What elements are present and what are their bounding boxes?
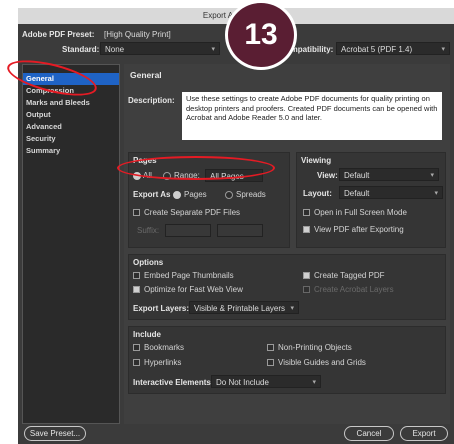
export-layers-label: Export Layers: — [133, 304, 190, 313]
chevron-down-icon: ▾ — [430, 172, 434, 179]
export-button[interactable]: Export — [400, 426, 448, 441]
export-layers-value: Visible & Printable Layers — [194, 304, 286, 313]
standard-value: None — [105, 45, 125, 54]
viewing-heading: Viewing — [301, 156, 332, 165]
view-label: View: — [317, 171, 338, 180]
export-as-label: Export As — [133, 190, 171, 199]
bookmarks-checkbox[interactable] — [133, 344, 140, 351]
cancel-button[interactable]: Cancel — [344, 426, 394, 441]
chevron-down-icon: ▾ — [434, 190, 438, 197]
include-section: Include Bookmarks Non-Printing Objects H… — [128, 326, 446, 394]
non-printing-label: Non-Printing Objects — [278, 343, 352, 352]
layout-label: Layout: — [303, 189, 332, 198]
general-panel: General Description: Use these settings … — [124, 64, 450, 424]
pages-option-label: Pages — [184, 190, 207, 199]
panel-title: General — [130, 70, 162, 80]
export-layers-dropdown[interactable]: Visible & Printable Layers ▾ — [189, 301, 299, 314]
layout-dropdown[interactable]: Default ▾ — [339, 186, 443, 199]
suffix-label: Suffix: — [137, 226, 160, 235]
guides-grids-label: Visible Guides and Grids — [278, 358, 366, 367]
suffix-input-2[interactable] — [217, 224, 263, 237]
hyperlinks-checkbox[interactable] — [133, 359, 140, 366]
spreads-radio[interactable] — [225, 191, 233, 199]
sidebar-item-marks-and-bleeds[interactable]: Marks and Bleeds — [23, 97, 119, 109]
preset-dropdown[interactable]: [High Quality Print] — [100, 28, 218, 41]
view-dropdown[interactable]: Default ▾ — [339, 168, 439, 181]
chevron-down-icon: ▾ — [441, 46, 445, 53]
description-label: Description: — [128, 96, 175, 105]
standard-dropdown[interactable]: None ▾ — [100, 42, 220, 55]
options-heading: Options — [133, 258, 164, 267]
embed-thumbnails-label: Embed Page Thumbnails — [144, 271, 234, 280]
compatibility-dropdown[interactable]: Acrobat 5 (PDF 1.4) ▾ — [336, 42, 450, 55]
chevron-down-icon: ▾ — [290, 305, 294, 312]
tagged-pdf-checkbox[interactable] — [303, 272, 310, 279]
acrobat-layers-checkbox[interactable] — [303, 286, 310, 293]
range-highlight-circle — [117, 156, 275, 180]
export-pdf-dialog: Export Adobe PDF Adobe PDF Preset: [High… — [18, 8, 454, 444]
view-after-export-label: View PDF after Exporting — [314, 225, 404, 234]
step-number-badge: 13 — [225, 0, 297, 70]
view-value: Default — [344, 171, 370, 180]
interactive-elements-value: Do Not Include — [216, 378, 269, 387]
embed-thumbnails-checkbox[interactable] — [133, 272, 140, 279]
non-printing-checkbox[interactable] — [267, 344, 274, 351]
layout-value: Default — [344, 189, 370, 198]
sidebar-item-summary[interactable]: Summary — [23, 145, 119, 157]
viewing-section: Viewing View: Default ▾ Layout: Default … — [296, 152, 446, 248]
sidebar-item-security[interactable]: Security — [23, 133, 119, 145]
interactive-elements-label: Interactive Elements: — [133, 378, 214, 387]
category-list: General Compression Marks and Bleeds Out… — [22, 64, 120, 424]
separate-files-checkbox[interactable] — [133, 209, 140, 216]
view-after-export-checkbox[interactable] — [303, 226, 310, 233]
options-section: Options Embed Page Thumbnails Create Tag… — [128, 254, 446, 320]
optimize-web-label: Optimize for Fast Web View — [144, 285, 243, 294]
preset-value: [High Quality Print] — [104, 30, 171, 39]
compatibility-value: Acrobat 5 (PDF 1.4) — [341, 45, 413, 54]
spreads-label: Spreads — [236, 190, 266, 199]
bookmarks-label: Bookmarks — [144, 343, 185, 352]
save-preset-button[interactable]: Save Preset... — [24, 426, 86, 441]
hyperlinks-label: Hyperlinks — [144, 358, 182, 367]
guides-grids-checkbox[interactable] — [267, 359, 274, 366]
description-box: Use these settings to create Adobe PDF d… — [182, 92, 442, 140]
tagged-pdf-label: Create Tagged PDF — [314, 271, 385, 280]
acrobat-layers-label: Create Acrobat Layers — [314, 285, 394, 294]
interactive-elements-dropdown[interactable]: Do Not Include ▾ — [211, 375, 321, 388]
optimize-web-checkbox[interactable] — [133, 286, 140, 293]
sidebar-item-output[interactable]: Output — [23, 109, 119, 121]
fullscreen-checkbox[interactable] — [303, 209, 310, 216]
standard-label: Standard: — [62, 45, 100, 54]
sidebar-item-advanced[interactable]: Advanced — [23, 121, 119, 133]
chevron-down-icon: ▾ — [312, 379, 316, 386]
fullscreen-label: Open in Full Screen Mode — [314, 208, 407, 217]
chevron-down-icon: ▾ — [211, 46, 215, 53]
include-heading: Include — [133, 330, 162, 339]
suffix-input[interactable] — [165, 224, 211, 237]
separate-files-label: Create Separate PDF Files — [144, 208, 241, 217]
preset-label: Adobe PDF Preset: — [22, 30, 95, 39]
pages-radio[interactable] — [173, 191, 181, 199]
